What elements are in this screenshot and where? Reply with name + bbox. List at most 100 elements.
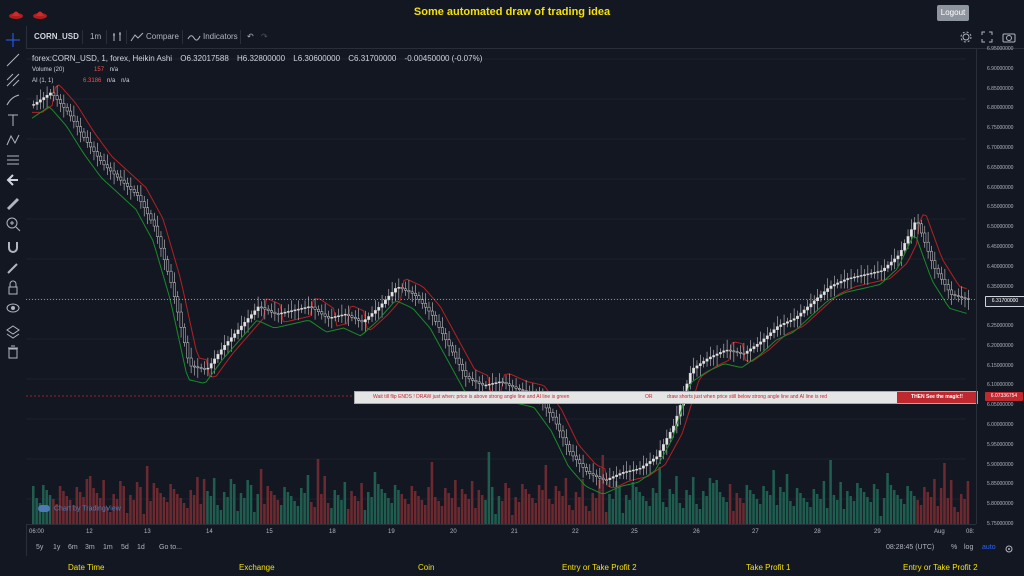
goto-button[interactable]: Go to... (159, 544, 182, 551)
time-tick: 21 (511, 529, 518, 535)
volume-bar (876, 489, 879, 524)
trend-line-icon[interactable] (5, 52, 21, 68)
camera-icon[interactable] (1002, 31, 1016, 43)
volume-bar (675, 476, 678, 524)
candle-body (930, 251, 933, 261)
volume-bar (403, 499, 407, 524)
range-5d[interactable]: 5d (121, 544, 129, 551)
price-axis[interactable]: 6.95000000 6.90000000 6.85000000 6.80000000… (976, 46, 1024, 527)
nav-entry-tp2-b[interactable]: Entry or Take Profit 2 (903, 563, 978, 572)
volume-bar (109, 512, 112, 524)
nav-exchange[interactable]: Exchange (239, 563, 275, 572)
pattern-icon[interactable] (5, 132, 21, 148)
range-1m[interactable]: 1m (103, 544, 113, 551)
tradingview-watermark[interactable]: Chart by TradingView (38, 505, 121, 512)
candle-body (618, 473, 622, 476)
candle-body (223, 344, 227, 350)
volume-bar (896, 495, 899, 524)
candle-body (179, 311, 183, 328)
chart-type-icon[interactable] (111, 31, 123, 43)
nav-tp1[interactable]: Take Profit 1 (746, 563, 790, 572)
range-3m[interactable]: 3m (85, 544, 95, 551)
zoom-in-icon[interactable] (5, 216, 21, 232)
log-toggle[interactable]: log (964, 544, 973, 551)
time-axis[interactable]: 06:00 12 13 14 15 18 19 20 21 22 25 26 27 28 29 Aug 08: (26, 524, 976, 541)
volume-bar (939, 488, 943, 524)
nav-entry-tp2[interactable]: Entry or Take Profit 2 (562, 563, 637, 572)
volume-bar (809, 507, 812, 524)
trash-icon[interactable] (5, 344, 21, 360)
nav-date-time[interactable]: Date Time (68, 563, 104, 572)
volume-bar (919, 505, 923, 524)
candle-body (444, 333, 448, 340)
lock-icon[interactable] (5, 280, 21, 296)
volume-bar (624, 495, 628, 524)
candle-body (856, 275, 860, 278)
undo-icon[interactable]: ↶ (247, 26, 254, 48)
brush-icon[interactable] (5, 92, 21, 108)
candle-body (357, 318, 361, 321)
candle-body (786, 321, 789, 324)
volume-bar (437, 501, 440, 524)
candle-body (789, 319, 793, 322)
ruler-icon[interactable] (5, 196, 21, 212)
candle-body (708, 356, 712, 360)
chart-toolbar: CORN_USD 1m Compare Indicators ↶ ↷ (26, 26, 1024, 49)
eye-icon[interactable] (5, 300, 21, 316)
candle-body (320, 311, 324, 315)
volume-bar (85, 479, 89, 524)
crosshair-icon[interactable] (5, 32, 21, 48)
candle-body (715, 353, 719, 356)
candle-body (712, 355, 716, 358)
utc-clock[interactable]: 08:28:45 (UTC) (886, 544, 934, 551)
compare-icon[interactable] (130, 31, 144, 43)
volume-bar (88, 476, 92, 524)
volume-bar (581, 479, 584, 524)
volume-bar (259, 469, 263, 524)
range-1y[interactable]: 1y (53, 544, 60, 551)
volume-bar (434, 497, 437, 524)
volume-label[interactable]: Volume (20) (32, 67, 64, 73)
page-title: Some automated draw of trading idea (413, 6, 611, 18)
time-tick: 25 (631, 529, 638, 535)
symbol-button[interactable]: CORN_USD (34, 26, 79, 48)
back-arrow-icon[interactable] (5, 172, 21, 188)
compare-button[interactable]: Compare (146, 26, 179, 48)
auto-toggle[interactable]: auto (982, 544, 996, 551)
percent-toggle[interactable]: % (951, 544, 957, 551)
logout-button[interactable]: Logout (937, 5, 969, 21)
candle-body (796, 315, 799, 319)
price-tick: 5.75000000 (987, 521, 1014, 527)
nav-coin[interactable]: Coin (418, 563, 434, 572)
candle-body (310, 306, 314, 309)
candle-body (906, 236, 910, 244)
range-1d[interactable]: 1d (137, 544, 145, 551)
indicators-icon[interactable] (187, 31, 201, 43)
candle-body (280, 312, 283, 315)
candle-body (323, 313, 327, 317)
settings-gear-icon[interactable] (960, 31, 972, 43)
candle-body (152, 219, 156, 227)
chart-canvas[interactable] (26, 49, 976, 524)
prediction-icon[interactable] (5, 152, 21, 168)
text-icon[interactable] (5, 112, 21, 128)
range-5y[interactable]: 5y (36, 544, 43, 551)
volume-bar (775, 505, 779, 524)
range-6m[interactable]: 6m (68, 544, 78, 551)
volume-bar (892, 490, 896, 524)
magnet-icon[interactable] (5, 240, 21, 256)
candle-body (49, 92, 52, 96)
axis-settings-icon[interactable] (1004, 544, 1014, 554)
volume-bar (326, 503, 330, 524)
volume-bar (923, 487, 926, 524)
indicators-button[interactable]: Indicators (203, 26, 238, 48)
fullscreen-icon[interactable] (981, 31, 993, 43)
pitchfork-icon[interactable] (5, 72, 21, 88)
ai-label[interactable]: AI (1, 1) (32, 78, 53, 84)
interval-button[interactable]: 1m (90, 26, 101, 48)
layers-icon[interactable] (5, 324, 21, 340)
volume-bar (296, 506, 300, 524)
pencil-lock-icon[interactable] (5, 260, 21, 276)
candlestick-chart[interactable] (26, 49, 976, 524)
redo-icon[interactable]: ↷ (261, 26, 268, 48)
